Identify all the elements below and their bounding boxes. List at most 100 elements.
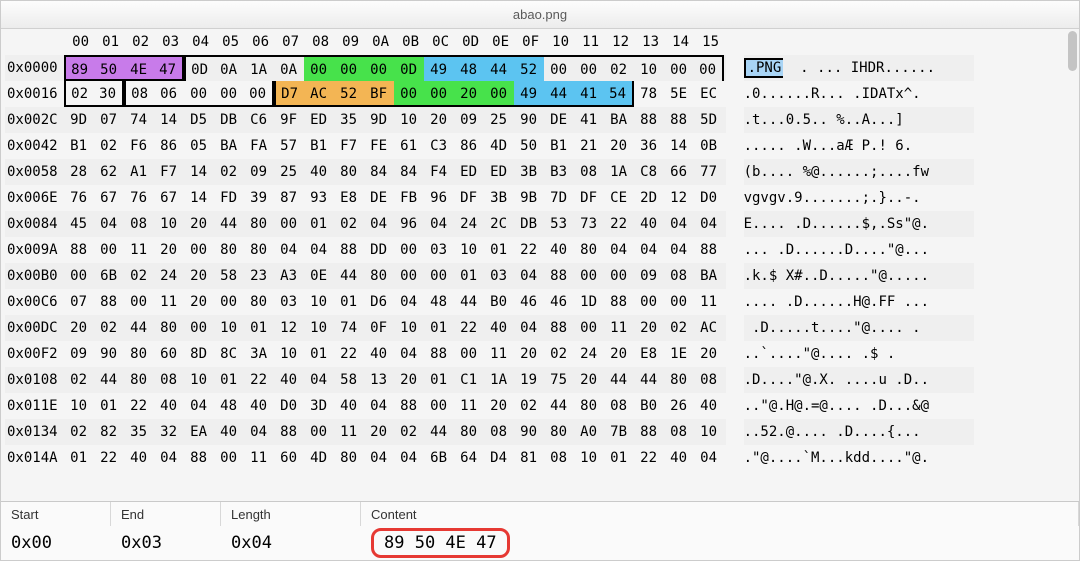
- byte-cell[interactable]: 1A: [484, 367, 514, 393]
- byte-row[interactable]: 45040810204480000102049604242CDB53732240…: [64, 211, 726, 237]
- byte-cell[interactable]: 08: [604, 393, 634, 419]
- byte-cell[interactable]: 20: [364, 419, 394, 445]
- byte-cell[interactable]: 04: [364, 393, 394, 419]
- byte-cell[interactable]: 75: [544, 367, 574, 393]
- byte-cell[interactable]: 1A: [604, 159, 634, 185]
- byte-cell[interactable]: 67: [154, 185, 184, 211]
- byte-row[interactable]: 006B0224205823A30E4480000001030488000009…: [64, 263, 726, 289]
- byte-cell[interactable]: 11: [154, 289, 184, 315]
- byte-cell[interactable]: 10: [184, 367, 214, 393]
- byte-cell[interactable]: 0B: [694, 133, 724, 159]
- byte-cell[interactable]: 10: [154, 211, 184, 237]
- byte-cell[interactable]: 86: [154, 133, 184, 159]
- byte-cell[interactable]: 12: [664, 185, 694, 211]
- byte-cell[interactable]: 89: [64, 55, 94, 81]
- byte-cell[interactable]: 74: [334, 315, 364, 341]
- byte-cell[interactable]: 11: [334, 419, 364, 445]
- byte-cell[interactable]: 04: [94, 211, 124, 237]
- byte-cell[interactable]: 20: [484, 393, 514, 419]
- byte-cell[interactable]: 00: [364, 55, 394, 81]
- byte-cell[interactable]: 20: [64, 315, 94, 341]
- byte-cell[interactable]: 80: [574, 237, 604, 263]
- byte-cell[interactable]: 10: [574, 445, 604, 471]
- byte-cell[interactable]: 80: [664, 367, 694, 393]
- byte-cell[interactable]: 3D: [304, 393, 334, 419]
- byte-cell[interactable]: 08: [124, 81, 154, 107]
- byte-cell[interactable]: 04: [604, 237, 634, 263]
- byte-cell[interactable]: 61: [394, 133, 424, 159]
- byte-cell[interactable]: 35: [124, 419, 154, 445]
- byte-cell[interactable]: C6: [244, 107, 274, 133]
- byte-cell[interactable]: 41: [574, 81, 604, 107]
- byte-cell[interactable]: BA: [214, 133, 244, 159]
- byte-cell[interactable]: 7B: [604, 419, 634, 445]
- byte-cell[interactable]: 08: [484, 419, 514, 445]
- byte-cell[interactable]: 40: [664, 445, 694, 471]
- byte-cell[interactable]: 2C: [484, 211, 514, 237]
- byte-cell[interactable]: B3: [544, 159, 574, 185]
- byte-cell[interactable]: 09: [454, 107, 484, 133]
- byte-cell[interactable]: 09: [244, 159, 274, 185]
- byte-cell[interactable]: 20: [184, 289, 214, 315]
- byte-cell[interactable]: 1E: [664, 341, 694, 367]
- byte-cell[interactable]: 90: [94, 341, 124, 367]
- byte-cell[interactable]: 58: [214, 263, 244, 289]
- byte-cell[interactable]: 00: [214, 289, 244, 315]
- byte-cell[interactable]: 04: [394, 341, 424, 367]
- byte-cell[interactable]: E8: [634, 341, 664, 367]
- byte-cell[interactable]: 00: [124, 289, 154, 315]
- byte-cell[interactable]: 00: [454, 341, 484, 367]
- byte-cell[interactable]: 80: [214, 237, 244, 263]
- byte-cell[interactable]: F7: [154, 159, 184, 185]
- byte-cell[interactable]: 01: [94, 393, 124, 419]
- byte-cell[interactable]: 08: [694, 367, 724, 393]
- byte-cell[interactable]: 88: [94, 289, 124, 315]
- byte-cell[interactable]: 78: [634, 81, 664, 107]
- byte-cell[interactable]: 10: [634, 55, 664, 81]
- byte-cell[interactable]: 50: [514, 133, 544, 159]
- byte-cell[interactable]: 11: [454, 393, 484, 419]
- byte-cell[interactable]: 00: [394, 263, 424, 289]
- byte-cell[interactable]: 44: [94, 367, 124, 393]
- byte-cell[interactable]: 62: [94, 159, 124, 185]
- byte-cell[interactable]: 0E: [304, 263, 334, 289]
- byte-cell[interactable]: 04: [634, 237, 664, 263]
- byte-cell[interactable]: 44: [544, 81, 574, 107]
- byte-cell[interactable]: 48: [424, 289, 454, 315]
- byte-cell[interactable]: 9F: [274, 107, 304, 133]
- byte-cell[interactable]: 30: [94, 81, 124, 107]
- byte-cell[interactable]: 14: [154, 107, 184, 133]
- byte-cell[interactable]: 00: [184, 315, 214, 341]
- byte-cell[interactable]: 0D: [184, 55, 214, 81]
- byte-cell[interactable]: 88: [544, 315, 574, 341]
- byte-cell[interactable]: 07: [64, 289, 94, 315]
- byte-cell[interactable]: 24: [454, 211, 484, 237]
- byte-cell[interactable]: 96: [424, 185, 454, 211]
- byte-cell[interactable]: 00: [304, 55, 334, 81]
- byte-cell[interactable]: 20: [604, 133, 634, 159]
- byte-cell[interactable]: 02: [334, 211, 364, 237]
- byte-cell[interactable]: 22: [604, 211, 634, 237]
- byte-cell[interactable]: 20: [694, 341, 724, 367]
- byte-cell[interactable]: 44: [334, 263, 364, 289]
- byte-cell[interactable]: 09: [634, 263, 664, 289]
- byte-cell[interactable]: 40: [334, 393, 364, 419]
- byte-cell[interactable]: 73: [574, 211, 604, 237]
- byte-cell[interactable]: 40: [364, 341, 394, 367]
- byte-cell[interactable]: 08: [544, 445, 574, 471]
- byte-cell[interactable]: 82: [94, 419, 124, 445]
- byte-cell[interactable]: ED: [454, 159, 484, 185]
- byte-cell[interactable]: 41: [574, 107, 604, 133]
- byte-cell[interactable]: 84: [364, 159, 394, 185]
- byte-cell[interactable]: C3: [424, 133, 454, 159]
- byte-cell[interactable]: 00: [424, 81, 454, 107]
- byte-cell[interactable]: 76: [124, 185, 154, 211]
- byte-cell[interactable]: 04: [694, 211, 724, 237]
- byte-cell[interactable]: 00: [184, 81, 214, 107]
- byte-cell[interactable]: 9D: [64, 107, 94, 133]
- byte-cell[interactable]: 10: [304, 315, 334, 341]
- byte-cell[interactable]: 00: [304, 419, 334, 445]
- byte-cell[interactable]: 9B: [514, 185, 544, 211]
- byte-cell[interactable]: 00: [634, 289, 664, 315]
- byte-cell[interactable]: 13: [364, 367, 394, 393]
